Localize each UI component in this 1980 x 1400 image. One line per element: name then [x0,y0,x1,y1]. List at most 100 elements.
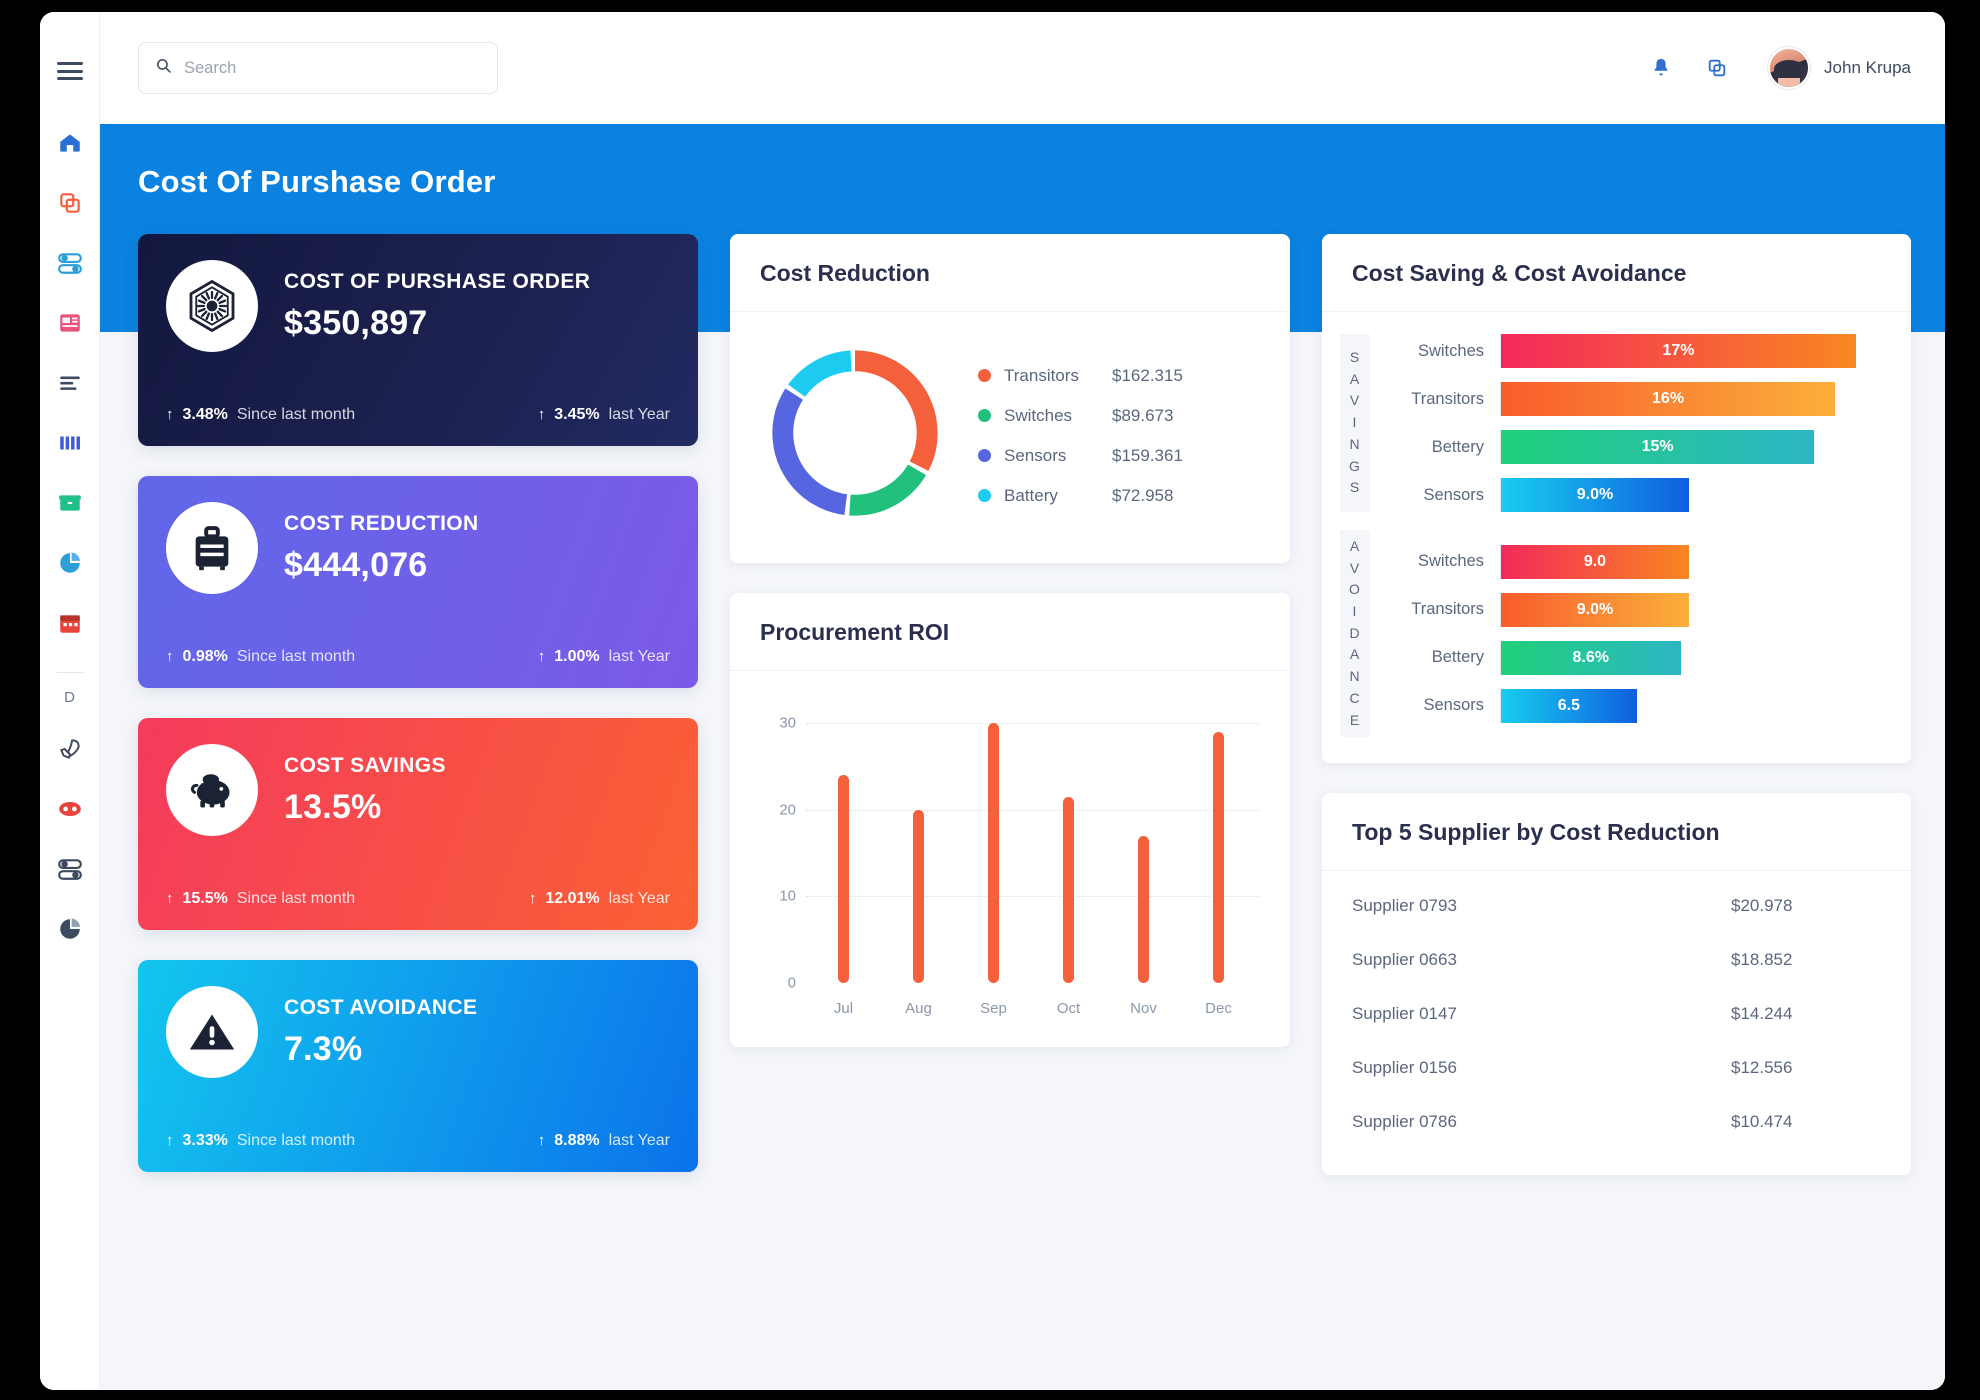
topbar-actions: John Krupa [1646,47,1911,89]
copy-icon[interactable] [1702,53,1732,83]
sidebar-item-list[interactable] [53,366,87,400]
arrow-up-icon: ↑ [166,406,174,423]
arrow-up-icon: ↑ [537,406,546,423]
panel-cost-reduction: Cost Reduction Transitors $162.315 Switc… [730,234,1290,563]
bar-row: Bettery 15% [1384,430,1881,464]
kpi-card-cost-reduction[interactable]: COST REDUCTION $444,076 ↑ 0.98% Since la… [138,476,698,688]
axis-letter: D [1349,624,1361,641]
sidebar-item-toggles[interactable] [53,246,87,280]
bar-track: 15% [1500,430,1881,464]
arrow-up-icon: ↑ [166,648,174,665]
legend-label: Battery [1004,485,1058,505]
sidebar-item-home[interactable] [53,126,87,160]
bar-column [956,697,1031,983]
bar-track: 9.0% [1500,592,1881,627]
axis-letter: V [1349,559,1361,576]
supplier-row[interactable]: Supplier 0786 $10.474 [1352,1095,1881,1149]
panel-title: Cost Reduction [760,260,930,286]
kpi-month-pct: 0.98% [182,648,228,665]
bar [1063,796,1074,983]
kpi-card-cost-of-purshase-order[interactable]: COST OF PURSHASE ORDER $350,897 ↑ 3.48% … [138,234,698,446]
panel-header: Procurement ROI [730,593,1290,671]
legend-value: $162.315 [1112,365,1183,385]
screen: D Search John Krupa Cost Of Purshase Ord… [0,0,1980,1400]
chart-bars [806,697,1256,983]
kpi-month-pct: 3.33% [182,1132,228,1149]
bar-label: Sensors [1423,696,1484,715]
bell-icon[interactable] [1646,53,1676,83]
sidebar-item-copy[interactable] [53,186,87,220]
panel-body: Transitors $162.315 Switches $89.673 Sen… [730,312,1290,563]
sidebar-item-box[interactable] [53,486,87,520]
supplier-name: Supplier 0156 [1352,1058,1457,1078]
axis-letter: I [1352,603,1358,620]
supplier-row[interactable]: Supplier 0147 $14.244 [1352,987,1881,1041]
sidebar-item-pie-chart[interactable] [53,546,87,580]
main-area: John Krupa Cost Of Purshase Order [100,12,1945,1390]
kpi-month-text: Since last month [236,890,356,907]
arrow-up-icon: ↑ [537,648,546,665]
legend-value: $89.673 [1112,405,1174,425]
sidebar-item-columns[interactable] [53,426,87,460]
search-box[interactable] [138,42,498,94]
sidebar-item-news[interactable] [53,306,87,340]
bar [838,775,849,983]
kpi-value: 13.5% [284,787,382,826]
panel-top-suppliers: Top 5 Supplier by Cost Reduction Supplie… [1322,793,1911,1176]
axis-letter: N [1349,435,1361,452]
kpi-card-cost-savings[interactable]: COST SAVINGS 13.5% ↑ 15.5% Since last mo… [138,718,698,930]
gridline [806,983,1260,984]
user-chip[interactable]: John Krupa [1768,47,1911,89]
y-axis-tick: 20 [779,801,796,819]
panel-header: Top 5 Supplier by Cost Reduction [1322,793,1911,872]
kpi-card-cost-avoidance[interactable]: COST AVOIDANCE 7.3% ↑ 3.33% Since last m… [138,960,698,1172]
kpi-year-pct: 3.45% [554,406,600,423]
panel-procurement-roi: Procurement ROI 0 10 20 30 Jul Aug Sep Oct Nov D… [730,593,1290,1047]
legend-color-dot [978,369,991,382]
search-input[interactable] [184,58,481,78]
axis-letter: V [1349,392,1361,409]
bar: 9.0 [1501,544,1689,579]
bar-track: 16% [1500,382,1881,416]
supplier-row[interactable]: Supplier 0663 $18.852 [1352,933,1881,987]
arrow-up-icon: ↑ [166,890,174,907]
kpi-label: COST OF PURSHASE ORDER [284,269,591,293]
dashboard-content: COST OF PURSHASE ORDER $350,897 ↑ 3.48% … [100,124,1945,1390]
bar [988,723,999,983]
bar-row: Bettery 8.6% [1384,640,1881,675]
axis-letter: A [1349,370,1361,387]
panel-header: Cost Reduction [730,234,1290,312]
hamburger-menu-icon[interactable] [56,62,83,80]
sidebar-item-calendar[interactable] [53,606,87,640]
bar-column [1181,697,1256,983]
x-axis-label: Jul [833,1000,854,1017]
bar: 9.0% [1501,478,1689,512]
sidebar-item-mask[interactable] [53,792,87,826]
legend-color-dot [978,489,991,502]
bar-label: Switches [1417,552,1484,571]
supplier-row[interactable]: Supplier 0156 $12.556 [1352,1041,1881,1095]
legend-item: Sensors $159.361 [978,446,1260,466]
arrow-up-icon: ↑ [537,1132,546,1149]
supplier-value: $12.556 [1731,1058,1793,1078]
search-icon [155,57,172,79]
sidebar-item-rocket[interactable] [53,732,87,766]
bar-label: Bettery [1431,437,1484,456]
bar: 16% [1501,382,1836,416]
kpi-year-pct: 1.00% [554,648,600,665]
bar-column [1106,697,1181,983]
sidebar-item-pie-chart-alt[interactable] [53,912,87,946]
avoidance-rows: Switches 9.0 Transitors 9.0% Bettery 8.6% Sens… [1370,530,1881,737]
bar-track: 6.5 [1500,688,1881,723]
supplier-value: $20.978 [1731,896,1793,916]
first-order-emblem-icon [166,260,258,352]
supplier-row[interactable]: Supplier 0793 $20.978 [1352,879,1881,933]
panel-header: Cost Saving & Cost Avoidance [1322,234,1911,312]
kpi-year-pct: 12.01% [545,890,600,907]
avoidance-axis-label: AVOIDANCE [1340,530,1370,738]
kpi-month-text: Since last month [236,648,356,665]
kpi-column: COST OF PURSHASE ORDER $350,897 ↑ 3.48% … [138,234,698,1175]
bar-row: Sensors 9.0% [1384,478,1881,512]
axis-letter: N [1349,668,1361,685]
sidebar-item-toggles-alt[interactable] [53,852,87,886]
